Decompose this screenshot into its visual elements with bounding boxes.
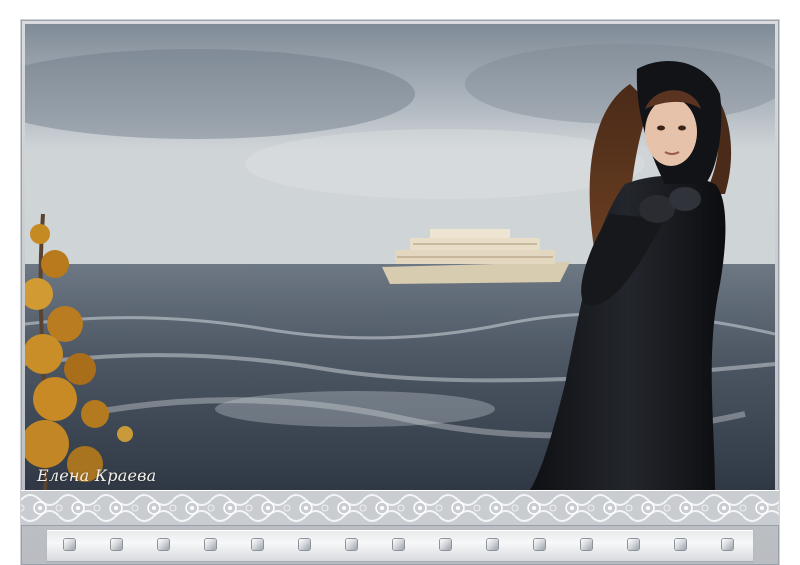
stud xyxy=(111,539,122,550)
stud xyxy=(205,539,216,550)
stud xyxy=(675,539,686,550)
stud xyxy=(299,539,310,550)
sea-foam xyxy=(215,391,495,427)
stud xyxy=(158,539,169,550)
stud xyxy=(534,539,545,550)
stud xyxy=(487,539,498,550)
stud xyxy=(393,539,404,550)
stud xyxy=(581,539,592,550)
scene-svg xyxy=(25,24,775,490)
artist-signature: Елена Краева xyxy=(37,466,157,485)
light-cloud xyxy=(245,129,645,199)
stud xyxy=(346,539,357,550)
film-strip xyxy=(47,530,753,562)
stud xyxy=(440,539,451,550)
stud xyxy=(64,539,75,550)
stud xyxy=(252,539,263,550)
stud xyxy=(628,539,639,550)
photo-scene xyxy=(25,24,775,490)
lace-border xyxy=(21,490,779,526)
stud xyxy=(722,539,733,550)
